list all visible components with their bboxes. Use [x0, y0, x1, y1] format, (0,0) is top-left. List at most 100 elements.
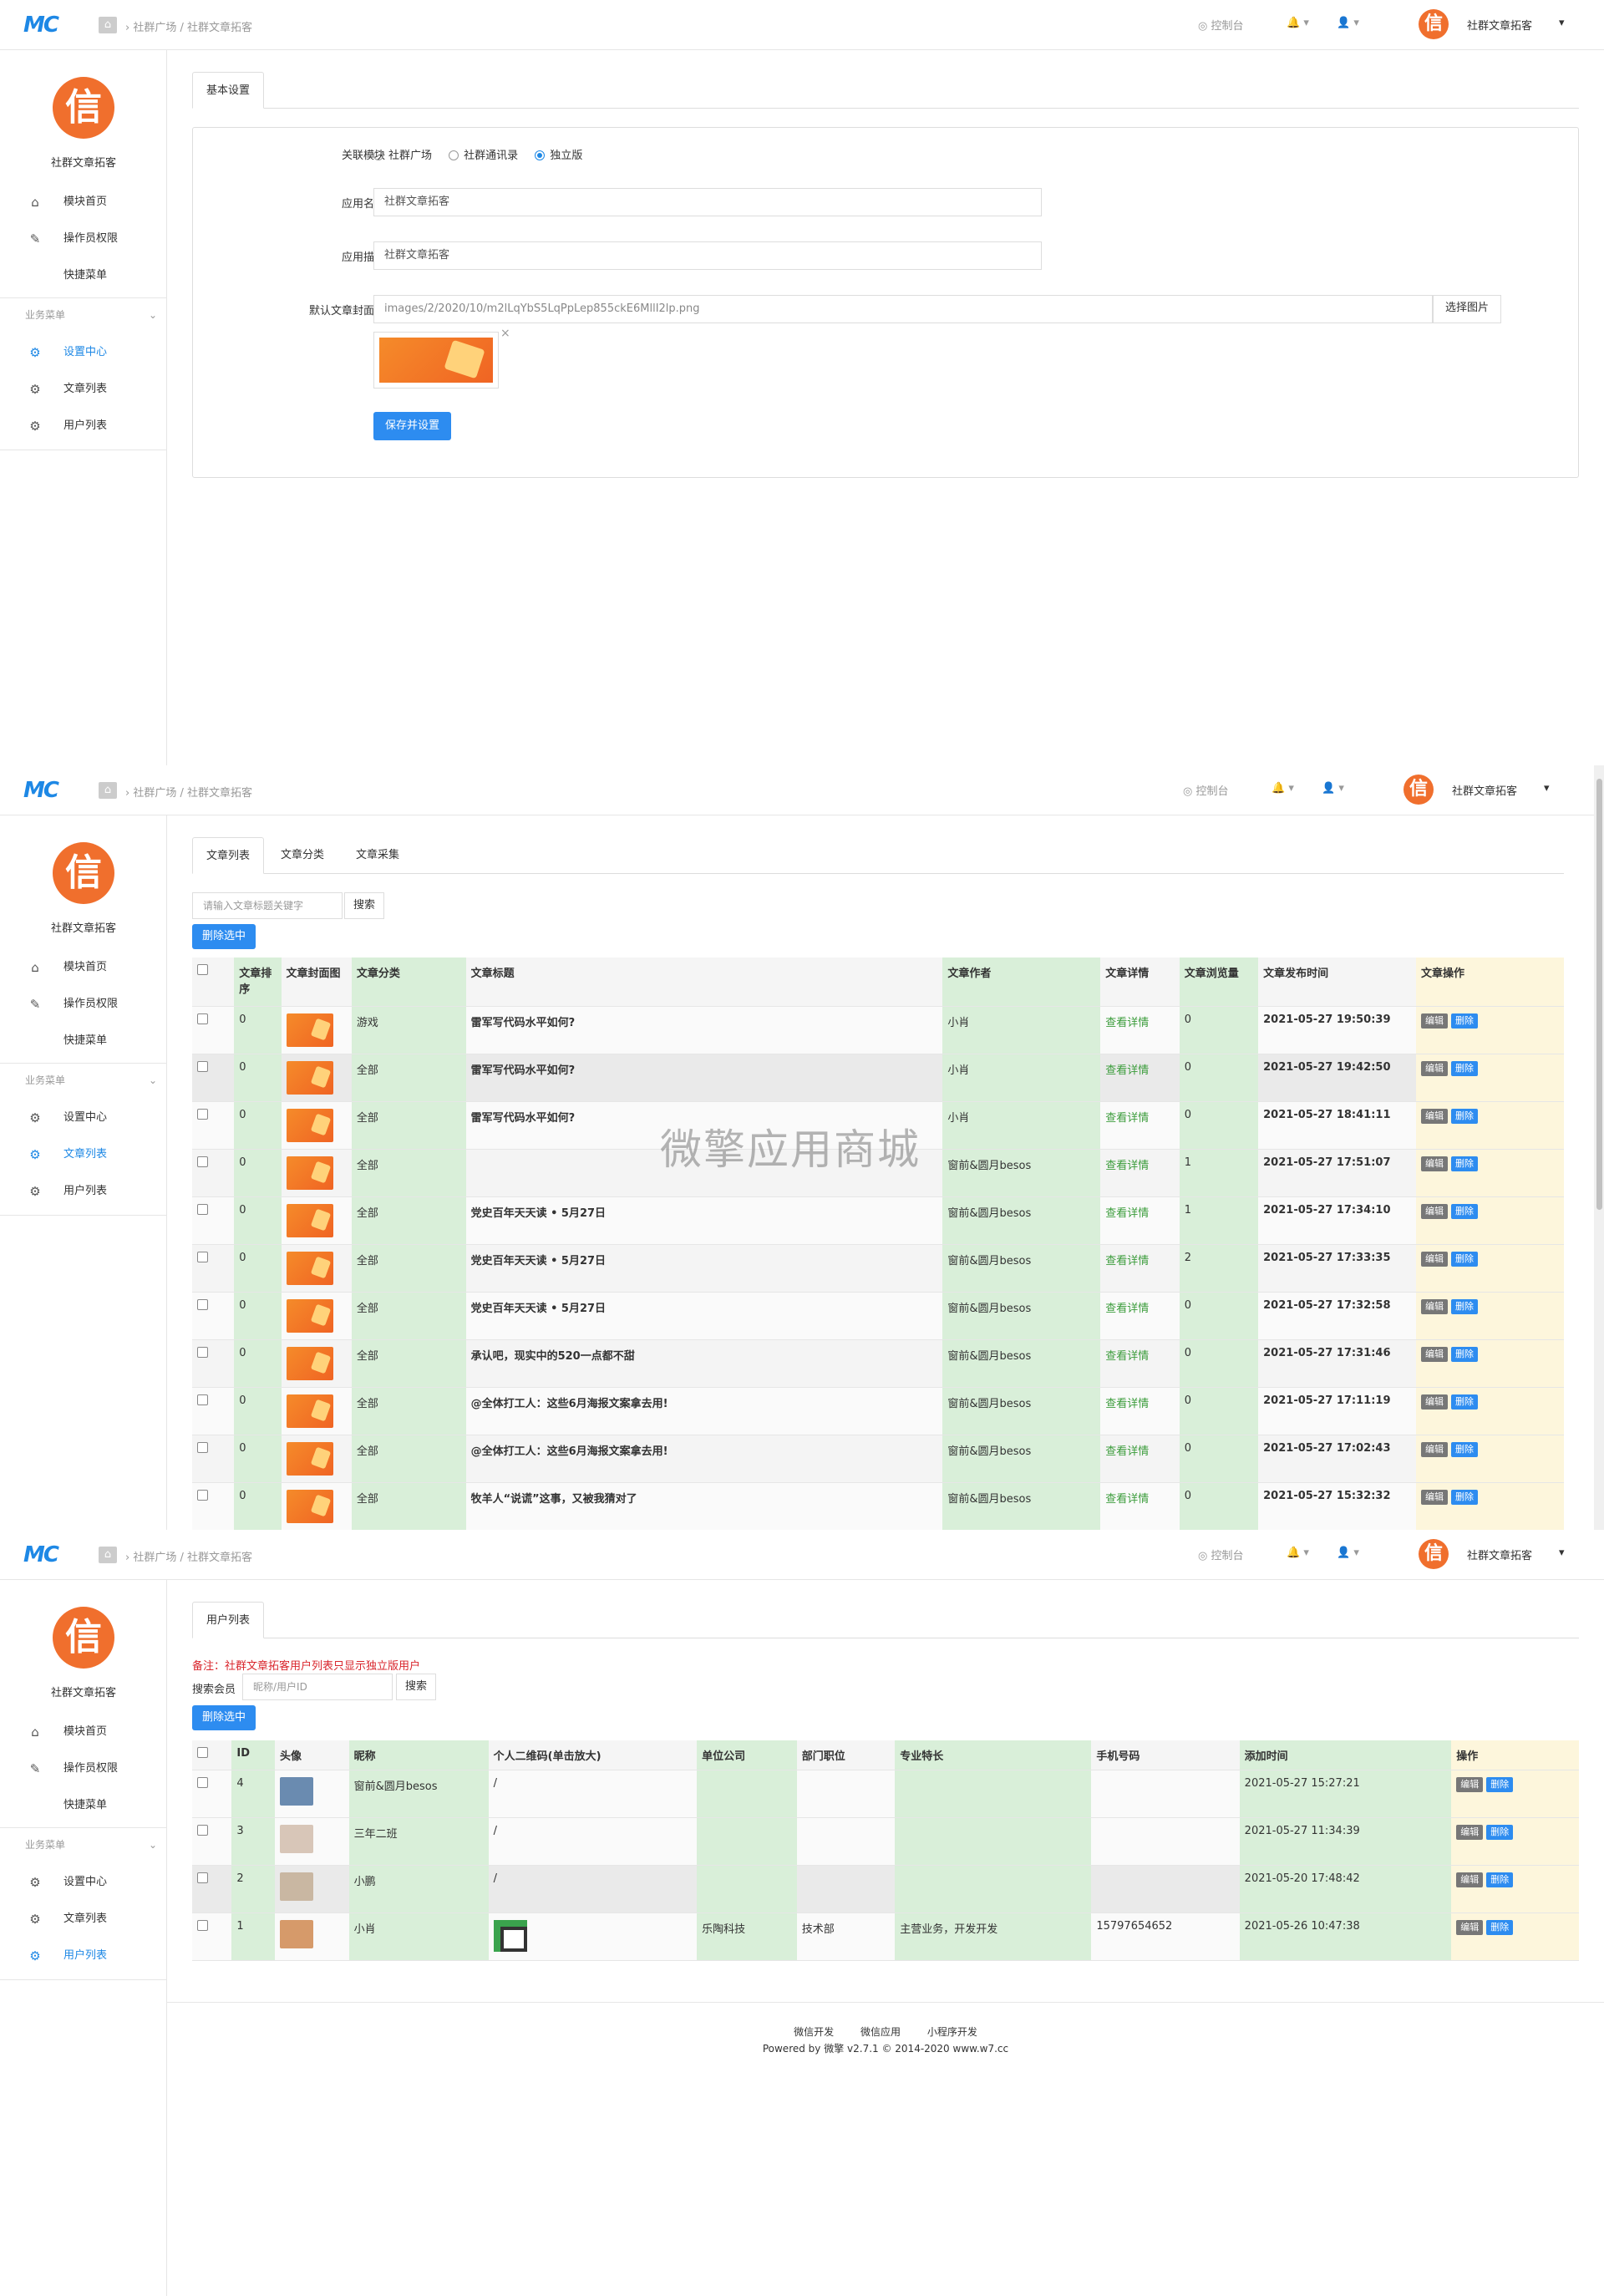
sidebar-item-operator-permission[interactable]: ✎ 操作员权限	[0, 986, 167, 1023]
edit-button[interactable]: 编辑	[1421, 1156, 1449, 1171]
sidebar-item-settings[interactable]: ⚙ 设置中心	[0, 1864, 167, 1901]
header-user-name[interactable]: 社群文章拓客	[1452, 782, 1517, 798]
edit-button[interactable]: 编辑	[1421, 1203, 1449, 1219]
sidebar-item-users[interactable]: ⚙ 用户列表	[0, 408, 167, 444]
edit-button[interactable]: 编辑	[1456, 1777, 1484, 1792]
cell-sort[interactable]: 0	[234, 1149, 282, 1197]
edit-button[interactable]: 编辑	[1421, 1060, 1449, 1076]
sidebar-item-users[interactable]: ⚙ 用户列表	[0, 1173, 167, 1210]
sidebar-item-articles[interactable]: ⚙ 文章列表	[0, 371, 167, 408]
user-search-input[interactable]: 昵称/用户ID	[242, 1674, 393, 1700]
edit-button[interactable]: 编辑	[1456, 1825, 1484, 1840]
delete-button[interactable]: 删除	[1451, 1060, 1479, 1076]
row-checkbox[interactable]	[197, 1872, 208, 1883]
delete-button[interactable]: 删除	[1451, 1441, 1479, 1457]
row-checkbox[interactable]	[197, 1298, 208, 1310]
view-detail-link[interactable]: 查看详情	[1100, 1339, 1180, 1388]
scrollbar[interactable]	[1594, 765, 1604, 1530]
footer-link-miniprogram[interactable]: 小程序开发	[927, 2026, 977, 2038]
row-checkbox[interactable]	[197, 1060, 208, 1072]
delete-button[interactable]: 删除	[1451, 1394, 1479, 1410]
sidebar-section-biz[interactable]: 业务菜单 ⌄	[0, 297, 167, 331]
edit-button[interactable]: 编辑	[1456, 1920, 1484, 1935]
delete-button[interactable]: 删除	[1451, 1203, 1479, 1219]
edit-button[interactable]: 编辑	[1421, 1346, 1449, 1362]
tab-article-category[interactable]: 文章分类	[267, 837, 338, 874]
row-checkbox[interactable]	[197, 1825, 208, 1836]
sidebar-section-biz[interactable]: 业务菜单 ⌄	[0, 1827, 167, 1861]
radio-community-directory[interactable]: 社群通讯录	[449, 150, 518, 162]
cell-sort[interactable]: 0	[234, 1196, 282, 1245]
delete-button[interactable]: 删除	[1451, 1489, 1479, 1505]
sidebar-section-biz[interactable]: 业务菜单 ⌄	[0, 1063, 167, 1096]
row-checkbox[interactable]	[197, 1346, 208, 1358]
user-menu-chevron-icon[interactable]: ▾	[1544, 782, 1550, 795]
edit-button[interactable]: 编辑	[1421, 1013, 1449, 1029]
sidebar-item-module-home[interactable]: ⌂ 模块首页	[0, 1714, 167, 1750]
row-checkbox[interactable]	[197, 1108, 208, 1120]
row-checkbox[interactable]	[197, 1251, 208, 1262]
user-menu-chevron-icon[interactable]: ▾	[1559, 17, 1565, 29]
view-detail-link[interactable]: 查看详情	[1100, 1196, 1180, 1245]
tab-basic-settings[interactable]: 基本设置	[192, 72, 265, 109]
sidebar-item-module-home[interactable]: ⌂ 模块首页	[0, 949, 167, 986]
cell-sort[interactable]: 0	[234, 1244, 282, 1293]
bell-icon[interactable]: 🔔 ▾	[1272, 782, 1294, 795]
row-checkbox[interactable]	[197, 1920, 208, 1931]
view-detail-link[interactable]: 查看详情	[1100, 1292, 1180, 1340]
delete-selected-button[interactable]: 删除选中	[192, 924, 256, 949]
cell-sort[interactable]: 0	[234, 1435, 282, 1483]
select-all-checkbox[interactable]	[197, 1747, 208, 1758]
edit-button[interactable]: 编辑	[1421, 1108, 1449, 1124]
header-avatar[interactable]: 信	[1419, 9, 1449, 39]
cover-path-field[interactable]: images/2/2020/10/m2lLqYbS5LqPpLep855ckE6…	[373, 295, 1433, 323]
row-checkbox[interactable]	[197, 1394, 208, 1405]
cell-sort[interactable]: 0	[234, 1101, 282, 1150]
sidebar-item-shortcut-menu[interactable]: 快捷菜单	[0, 1787, 167, 1824]
radio-community-square[interactable]: 社群广场	[373, 150, 432, 162]
cell-sort[interactable]: 0	[234, 1387, 282, 1435]
delete-button[interactable]: 删除	[1486, 1777, 1514, 1792]
footer-link-wechat-app[interactable]: 微信应用	[860, 2026, 901, 2038]
delete-button[interactable]: 删除	[1486, 1872, 1514, 1887]
delete-button[interactable]: 删除	[1451, 1251, 1479, 1267]
bell-icon[interactable]: 🔔 ▾	[1287, 17, 1309, 29]
select-all-checkbox[interactable]	[197, 964, 208, 975]
home-icon[interactable]: ⌂	[99, 782, 117, 799]
edit-button[interactable]: 编辑	[1421, 1441, 1449, 1457]
save-settings-button[interactable]: 保存并设置	[373, 412, 452, 440]
article-search-button[interactable]: 搜索	[344, 892, 385, 919]
delete-button[interactable]: 删除	[1451, 1108, 1479, 1124]
edit-button[interactable]: 编辑	[1421, 1394, 1449, 1410]
view-detail-link[interactable]: 查看详情	[1100, 1101, 1180, 1150]
user-icon[interactable]: 👤 ▾	[1337, 1547, 1359, 1559]
edit-button[interactable]: 编辑	[1421, 1298, 1449, 1314]
remove-image-close-icon[interactable]: ×	[500, 327, 510, 340]
view-detail-link[interactable]: 查看详情	[1100, 1387, 1180, 1435]
view-detail-link[interactable]: 查看详情	[1100, 1054, 1180, 1102]
header-user-name[interactable]: 社群文章拓客	[1467, 17, 1532, 33]
delete-button[interactable]: 删除	[1451, 1298, 1479, 1314]
user-icon[interactable]: 👤 ▾	[1322, 782, 1344, 795]
row-checkbox[interactable]	[197, 1156, 208, 1167]
edit-button[interactable]: 编辑	[1456, 1872, 1484, 1887]
cell-sort[interactable]: 0	[234, 1339, 282, 1388]
row-checkbox[interactable]	[197, 1013, 208, 1024]
footer-link-wechat-dev[interactable]: 微信开发	[794, 2026, 834, 2038]
app-name-field[interactable]: 社群文章拓客	[373, 188, 1042, 216]
delete-button[interactable]: 删除	[1486, 1825, 1514, 1840]
brand-logo[interactable]: MC	[23, 778, 59, 803]
brand-logo[interactable]: MC	[23, 13, 59, 38]
view-detail-link[interactable]: 查看详情	[1100, 1006, 1180, 1054]
user-menu-chevron-icon[interactable]: ▾	[1559, 1547, 1565, 1559]
qrcode-image[interactable]	[493, 1920, 527, 1952]
sidebar-item-users[interactable]: ⚙ 用户列表	[0, 1938, 167, 1974]
brand-logo[interactable]: MC	[23, 1542, 59, 1567]
tab-article-collect[interactable]: 文章采集	[343, 837, 413, 874]
tab-user-list[interactable]: 用户列表	[192, 1602, 265, 1638]
cell-sort[interactable]: 0	[234, 1054, 282, 1102]
sidebar-item-settings[interactable]: ⚙ 设置中心	[0, 334, 167, 371]
console-link[interactable]: ◎ 控制台	[1198, 1547, 1244, 1562]
row-checkbox[interactable]	[197, 1489, 208, 1501]
delete-button[interactable]: 删除	[1451, 1013, 1479, 1029]
